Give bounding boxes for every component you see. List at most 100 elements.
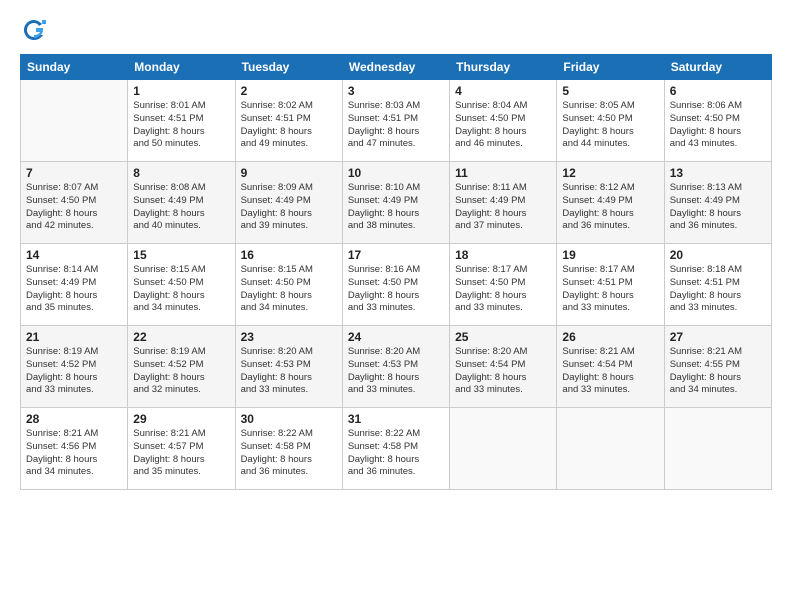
day-number: 12 <box>562 166 658 180</box>
day-info: Sunrise: 8:02 AMSunset: 4:51 PMDaylight:… <box>241 100 337 151</box>
day-number: 9 <box>241 166 337 180</box>
calendar-cell <box>557 408 664 490</box>
day-number: 26 <box>562 330 658 344</box>
day-info: Sunrise: 8:11 AMSunset: 4:49 PMDaylight:… <box>455 182 551 233</box>
calendar-cell: 22 Sunrise: 8:19 AMSunset: 4:52 PMDayligh… <box>128 326 235 408</box>
calendar-cell: 11 Sunrise: 8:11 AMSunset: 4:49 PMDayligh… <box>450 162 557 244</box>
day-info: Sunrise: 8:19 AMSunset: 4:52 PMDaylight:… <box>26 346 122 397</box>
weekday-header: Thursday <box>450 55 557 80</box>
calendar-cell: 16 Sunrise: 8:15 AMSunset: 4:50 PMDayligh… <box>235 244 342 326</box>
day-info: Sunrise: 8:10 AMSunset: 4:49 PMDaylight:… <box>348 182 444 233</box>
day-info: Sunrise: 8:21 AMSunset: 4:56 PMDaylight:… <box>26 428 122 479</box>
day-number: 24 <box>348 330 444 344</box>
day-info: Sunrise: 8:09 AMSunset: 4:49 PMDaylight:… <box>241 182 337 233</box>
day-info: Sunrise: 8:21 AMSunset: 4:55 PMDaylight:… <box>670 346 766 397</box>
weekday-header: Friday <box>557 55 664 80</box>
day-info: Sunrise: 8:04 AMSunset: 4:50 PMDaylight:… <box>455 100 551 151</box>
day-info: Sunrise: 8:22 AMSunset: 4:58 PMDaylight:… <box>348 428 444 479</box>
calendar-cell: 26 Sunrise: 8:21 AMSunset: 4:54 PMDayligh… <box>557 326 664 408</box>
calendar-cell: 10 Sunrise: 8:10 AMSunset: 4:49 PMDayligh… <box>342 162 449 244</box>
day-info: Sunrise: 8:07 AMSunset: 4:50 PMDaylight:… <box>26 182 122 233</box>
day-info: Sunrise: 8:16 AMSunset: 4:50 PMDaylight:… <box>348 264 444 315</box>
day-number: 30 <box>241 412 337 426</box>
calendar-cell: 28 Sunrise: 8:21 AMSunset: 4:56 PMDayligh… <box>21 408 128 490</box>
calendar-cell: 6 Sunrise: 8:06 AMSunset: 4:50 PMDaylight… <box>664 80 771 162</box>
weekday-header: Monday <box>128 55 235 80</box>
calendar-cell: 31 Sunrise: 8:22 AMSunset: 4:58 PMDayligh… <box>342 408 449 490</box>
calendar-cell: 14 Sunrise: 8:14 AMSunset: 4:49 PMDayligh… <box>21 244 128 326</box>
calendar-cell: 27 Sunrise: 8:21 AMSunset: 4:55 PMDayligh… <box>664 326 771 408</box>
calendar-cell: 25 Sunrise: 8:20 AMSunset: 4:54 PMDayligh… <box>450 326 557 408</box>
weekday-header: Tuesday <box>235 55 342 80</box>
day-info: Sunrise: 8:20 AMSunset: 4:53 PMDaylight:… <box>348 346 444 397</box>
day-number: 31 <box>348 412 444 426</box>
day-number: 11 <box>455 166 551 180</box>
day-info: Sunrise: 8:21 AMSunset: 4:57 PMDaylight:… <box>133 428 229 479</box>
day-info: Sunrise: 8:14 AMSunset: 4:49 PMDaylight:… <box>26 264 122 315</box>
day-info: Sunrise: 8:20 AMSunset: 4:53 PMDaylight:… <box>241 346 337 397</box>
logo <box>20 16 52 44</box>
calendar-cell: 13 Sunrise: 8:13 AMSunset: 4:49 PMDayligh… <box>664 162 771 244</box>
day-info: Sunrise: 8:17 AMSunset: 4:51 PMDaylight:… <box>562 264 658 315</box>
calendar-cell: 23 Sunrise: 8:20 AMSunset: 4:53 PMDayligh… <box>235 326 342 408</box>
day-number: 23 <box>241 330 337 344</box>
day-info: Sunrise: 8:21 AMSunset: 4:54 PMDaylight:… <box>562 346 658 397</box>
calendar-cell: 30 Sunrise: 8:22 AMSunset: 4:58 PMDayligh… <box>235 408 342 490</box>
day-number: 14 <box>26 248 122 262</box>
weekday-header: Saturday <box>664 55 771 80</box>
day-info: Sunrise: 8:18 AMSunset: 4:51 PMDaylight:… <box>670 264 766 315</box>
calendar-cell: 24 Sunrise: 8:20 AMSunset: 4:53 PMDayligh… <box>342 326 449 408</box>
day-number: 28 <box>26 412 122 426</box>
day-info: Sunrise: 8:22 AMSunset: 4:58 PMDaylight:… <box>241 428 337 479</box>
calendar-cell: 15Sunrise: 8:15 AMSunset: 4:50 PMDayligh… <box>128 244 235 326</box>
calendar-cell: 4 Sunrise: 8:04 AMSunset: 4:50 PMDaylight… <box>450 80 557 162</box>
day-info: Sunrise: 8:17 AMSunset: 4:50 PMDaylight:… <box>455 264 551 315</box>
day-number: 5 <box>562 84 658 98</box>
day-number: 3 <box>348 84 444 98</box>
day-number: 29 <box>133 412 229 426</box>
calendar-cell: 29 Sunrise: 8:21 AMSunset: 4:57 PMDayligh… <box>128 408 235 490</box>
calendar: SundayMondayTuesdayWednesdayThursdayFrid… <box>20 54 772 490</box>
day-number: 18 <box>455 248 551 262</box>
calendar-cell: 9 Sunrise: 8:09 AMSunset: 4:49 PMDaylight… <box>235 162 342 244</box>
day-number: 1 <box>133 84 229 98</box>
day-info: Sunrise: 8:13 AMSunset: 4:49 PMDaylight:… <box>670 182 766 233</box>
day-number: 7 <box>26 166 122 180</box>
calendar-cell <box>450 408 557 490</box>
day-number: 19 <box>562 248 658 262</box>
logo-icon <box>20 16 48 44</box>
day-number: 4 <box>455 84 551 98</box>
day-number: 17 <box>348 248 444 262</box>
calendar-cell: 1 Sunrise: 8:01 AMSunset: 4:51 PMDaylight… <box>128 80 235 162</box>
calendar-cell: 18 Sunrise: 8:17 AMSunset: 4:50 PMDayligh… <box>450 244 557 326</box>
calendar-cell: 12 Sunrise: 8:12 AMSunset: 4:49 PMDayligh… <box>557 162 664 244</box>
day-info: Sunrise: 8:20 AMSunset: 4:54 PMDaylight:… <box>455 346 551 397</box>
day-number: 10 <box>348 166 444 180</box>
calendar-cell: 7 Sunrise: 8:07 AMSunset: 4:50 PMDaylight… <box>21 162 128 244</box>
day-number: 8 <box>133 166 229 180</box>
calendar-cell: 17 Sunrise: 8:16 AMSunset: 4:50 PMDayligh… <box>342 244 449 326</box>
day-info: Sunrise: 8:19 AMSunset: 4:52 PMDaylight:… <box>133 346 229 397</box>
day-number: 6 <box>670 84 766 98</box>
calendar-cell: 20Sunrise: 8:18 AMSunset: 4:51 PMDayligh… <box>664 244 771 326</box>
day-number: 16 <box>241 248 337 262</box>
day-info: Sunrise: 8:05 AMSunset: 4:50 PMDaylight:… <box>562 100 658 151</box>
day-number: 13 <box>670 166 766 180</box>
weekday-header: Sunday <box>21 55 128 80</box>
day-number: 22 <box>133 330 229 344</box>
day-info: Sunrise: 8:15 AMSunset: 4:50 PMDaylight:… <box>241 264 337 315</box>
day-number: 27 <box>670 330 766 344</box>
day-number: 25 <box>455 330 551 344</box>
day-info: Sunrise: 8:01 AMSunset: 4:51 PMDaylight:… <box>133 100 229 151</box>
day-number: 15 <box>133 248 229 262</box>
day-info: Sunrise: 8:06 AMSunset: 4:50 PMDaylight:… <box>670 100 766 151</box>
day-info: Sunrise: 8:03 AMSunset: 4:51 PMDaylight:… <box>348 100 444 151</box>
calendar-cell: 5 Sunrise: 8:05 AMSunset: 4:50 PMDaylight… <box>557 80 664 162</box>
calendar-cell <box>664 408 771 490</box>
day-number: 2 <box>241 84 337 98</box>
weekday-header: Wednesday <box>342 55 449 80</box>
calendar-cell: 19 Sunrise: 8:17 AMSunset: 4:51 PMDayligh… <box>557 244 664 326</box>
day-info: Sunrise: 8:12 AMSunset: 4:49 PMDaylight:… <box>562 182 658 233</box>
calendar-cell: 21 Sunrise: 8:19 AMSunset: 4:52 PMDayligh… <box>21 326 128 408</box>
day-number: 21 <box>26 330 122 344</box>
